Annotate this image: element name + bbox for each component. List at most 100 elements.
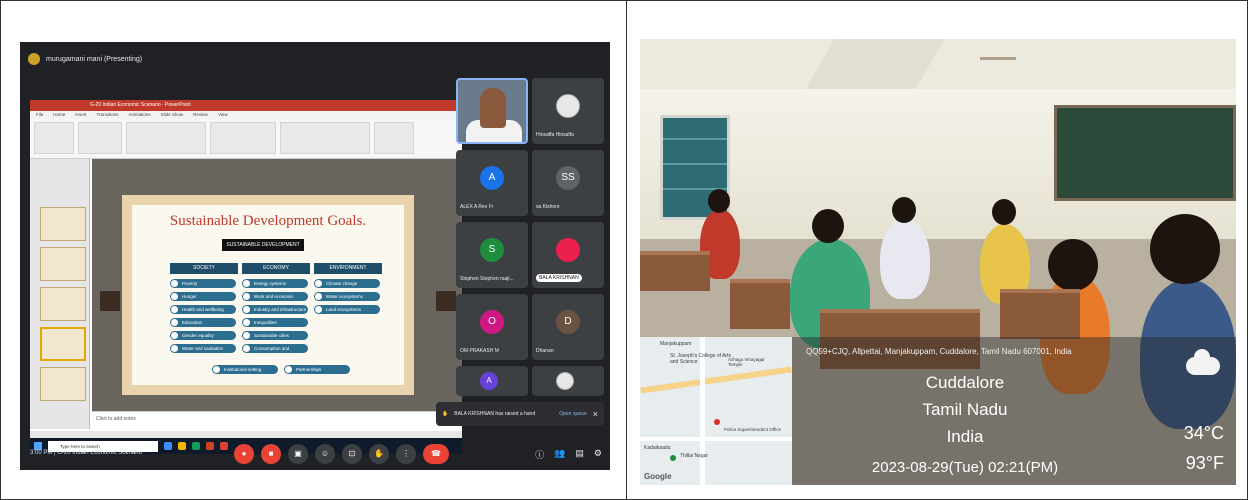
participant-avatar: D (556, 310, 580, 334)
tab-view[interactable]: View (218, 111, 228, 119)
goal-item: Work and economic growth (242, 292, 308, 308)
classroom-photo: Manjakuppam St. Joseph's College of Arts… (640, 39, 1236, 485)
font-group[interactable] (126, 122, 206, 154)
goal-item: Land ecosystems (314, 305, 380, 314)
slide-decoration-right (436, 291, 456, 311)
participant-avatar: A (480, 372, 498, 390)
student-head (892, 197, 916, 223)
column-head-environment: ENVIRONMENT (314, 263, 382, 274)
side-controls: ⓘ 👥 ▤ ⚙ (535, 448, 602, 461)
present-icon[interactable]: ⊡ (342, 444, 362, 464)
ribbon (30, 119, 462, 159)
chat-icon[interactable]: ▤ (575, 448, 584, 461)
participant-name: Stephen Stephen raaji... (460, 276, 514, 282)
student-head (1048, 239, 1098, 291)
student-head (708, 189, 730, 213)
tab-slide-show[interactable]: Slide Show (161, 111, 184, 119)
tab-animations[interactable]: Animations (128, 111, 150, 119)
map-label: Azhagu Vinayagar Temple (728, 357, 765, 367)
clipboard-group[interactable] (34, 122, 74, 154)
participant-name: Hinsaffa Hinsaffa (536, 132, 574, 138)
goal-item: Gender equality (170, 331, 236, 340)
participant-tile[interactable]: BALA KRISHNAN (532, 222, 604, 288)
participant-tile[interactable]: Hinsaffa Hinsaffa (532, 78, 604, 144)
tab-insert[interactable]: Insert (75, 111, 86, 119)
participant-tile[interactable]: D Dhanan (532, 294, 604, 360)
editing-group[interactable] (374, 122, 414, 154)
raise-hand-icon[interactable]: ✋ (369, 444, 389, 464)
map-pin-icon (670, 455, 676, 461)
open-queue-link[interactable]: Open queue (559, 411, 587, 417)
geotag-address: QQ59+CJQ, Allpettai, Manjakuppam, Cuddal… (806, 347, 1072, 356)
goal-item: Partnerships (284, 365, 350, 374)
map-brand: Google (644, 472, 672, 481)
goal-item: Sustainable cities (242, 331, 308, 340)
temperature-fahrenheit: 93°F (1185, 453, 1224, 473)
close-icon[interactable]: × (593, 409, 598, 419)
info-icon[interactable]: ⓘ (535, 448, 544, 461)
tab-review[interactable]: Review (193, 111, 208, 119)
goal-item: Poverty (170, 279, 236, 288)
geotag-state: Tamil Nadu (922, 400, 1008, 419)
cell-divider (626, 0, 627, 500)
student-head (992, 199, 1016, 225)
geotag-datetime: 2023-08-29(Tue) 02:21(PM) (871, 459, 1059, 476)
participant-tile[interactable]: S Stephen Stephen raaji... (456, 222, 528, 288)
slide-thumbnail[interactable] (40, 207, 86, 241)
participant-tile[interactable]: SS sa Kishore (532, 150, 604, 216)
more-options-icon[interactable]: ⋮ (396, 444, 416, 464)
captions-icon[interactable]: ▣ (288, 444, 308, 464)
presenter-face (480, 88, 506, 128)
goal-item: Water and sanitation (170, 344, 236, 353)
activities-icon[interactable]: ⚙ (594, 448, 602, 461)
slides-group[interactable] (78, 122, 122, 154)
goal-item: Industry and infrastructure (242, 305, 308, 314)
notes-pane[interactable]: Click to add notes (92, 411, 462, 431)
map-road (640, 437, 792, 441)
geotag-overlay: Manjakuppam St. Joseph's College of Arts… (640, 337, 1236, 485)
emoji-icon[interactable]: ☺ (315, 444, 335, 464)
drawing-group[interactable] (280, 122, 370, 154)
participant-avatar: A (480, 166, 504, 190)
slide-thumbnail[interactable] (40, 247, 86, 281)
geotag-country: India (946, 427, 984, 446)
goal-item: Health and wellbeing (170, 305, 236, 314)
slide-thumbnail-active[interactable] (40, 327, 86, 361)
presenter-label: murugamani mani (Presenting) (46, 55, 143, 63)
slide-thumbnail[interactable] (40, 287, 86, 321)
map-label: Kadaikaadu (644, 445, 671, 451)
presenter-header: murugamani mani (Presenting) (28, 50, 142, 68)
goal-item: Consumption and production (242, 344, 308, 360)
meeting-time-title: 3:00 PM | G-20 Indian Economic Scenario (30, 450, 142, 456)
participant-tile[interactable]: O OM PRAKASH M (456, 294, 528, 360)
goal-item: Energy systems (242, 279, 308, 288)
tab-home[interactable]: Home (53, 111, 65, 119)
participant-tile-presenter[interactable] (456, 78, 528, 144)
participant-name: OM PRAKASH M (460, 348, 499, 354)
student (880, 219, 930, 299)
hand-icon: ✋ (442, 411, 449, 417)
camera-off-icon[interactable]: ■ (261, 444, 281, 464)
participant-tile[interactable]: A (456, 366, 528, 396)
tab-file[interactable]: File (36, 111, 43, 119)
slide-thumbnail[interactable] (40, 367, 86, 401)
presenter-avatar (28, 53, 40, 65)
root-node: SUSTAINABLE DEVELOPMENT (222, 239, 304, 251)
mic-off-icon[interactable]: ● (234, 444, 254, 464)
student-head (1150, 214, 1220, 284)
people-icon[interactable]: 👥 (554, 448, 565, 461)
ribbon-tabs: File Home Insert Transitions Animations … (30, 111, 462, 119)
participant-name: sa Kishore (536, 204, 560, 210)
tab-transitions[interactable]: Transitions (97, 111, 119, 119)
goal-item: Water ecosystems (314, 292, 380, 301)
participant-avatar: SS (556, 166, 580, 190)
goal-item: Inequalities (242, 318, 308, 327)
powerpoint-titlebar: G-20 Indian Economic Scenario - PowerPoi… (30, 100, 462, 111)
blackboard (1054, 105, 1236, 201)
leave-call-icon[interactable]: ☎ (423, 444, 449, 464)
paragraph-group[interactable] (210, 122, 276, 154)
participant-tile[interactable]: A ALEX A Rev Fr (456, 150, 528, 216)
goal-item: Hunger (170, 292, 236, 301)
participant-tile[interactable] (532, 366, 604, 396)
meeting-controls-bar: 3:00 PM | G-20 Indian Economic Scenario … (20, 438, 610, 470)
